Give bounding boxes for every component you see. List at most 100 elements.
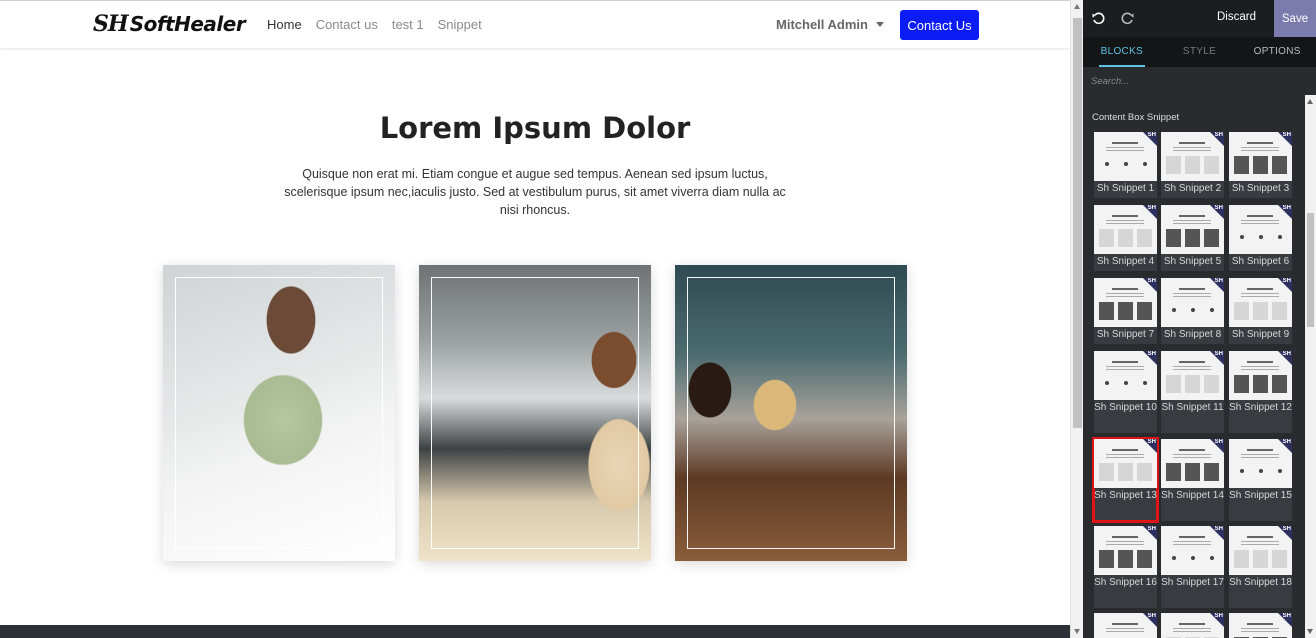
card-frame: [175, 277, 383, 549]
snippet-block[interactable]: SH Sh Snippet 16: [1094, 526, 1157, 608]
editor-panel: Discard Save BLOCKS STYLE OPTIONS Conten…: [1083, 0, 1316, 638]
snippet-block[interactable]: SH: [1229, 613, 1292, 638]
section-title: Content Box Snippet: [1092, 112, 1180, 123]
user-menu[interactable]: Mitchell Admin: [776, 17, 884, 32]
undo-icon[interactable]: [1091, 11, 1105, 25]
scroll-down-icon[interactable]: [1307, 629, 1313, 634]
scroll-up-icon[interactable]: [1074, 4, 1080, 9]
sh-badge: SH: [1282, 278, 1291, 284]
snippet-label: Sh Snippet 16: [1094, 577, 1157, 588]
snippet-block[interactable]: SH Sh Snippet 2: [1161, 132, 1224, 198]
sh-badge: SH: [1147, 278, 1156, 284]
image-card-3[interactable]: [675, 265, 907, 561]
snippet-block[interactable]: SH Sh Snippet 18: [1229, 526, 1292, 608]
contact-us-button[interactable]: Contact Us: [900, 10, 979, 40]
save-button[interactable]: Save: [1274, 0, 1316, 37]
user-name: Mitchell Admin: [776, 17, 868, 32]
sh-badge: SH: [1282, 439, 1291, 445]
snippet-label: Sh Snippet 13: [1094, 490, 1157, 501]
image-card-2[interactable]: [419, 265, 651, 561]
page: SH SoftHealer Home Contact us test 1 Sni…: [0, 0, 1316, 638]
redo-icon[interactable]: [1121, 11, 1135, 25]
logo-mark: SH: [93, 11, 129, 37]
scrollbar-thumb[interactable]: [1073, 18, 1082, 428]
scroll-down-icon[interactable]: [1074, 629, 1080, 634]
sh-badge: SH: [1147, 439, 1156, 445]
sh-badge: SH: [1214, 278, 1223, 284]
nav-links: Home Contact us test 1 Snippet: [267, 17, 496, 32]
nav-test-1[interactable]: test 1: [392, 17, 424, 32]
snippet-block[interactable]: SH Sh Snippet 17: [1161, 526, 1224, 608]
sh-badge: SH: [1282, 205, 1291, 211]
snippet-label: Sh Snippet 11: [1161, 402, 1224, 413]
discard-button[interactable]: Discard: [1217, 11, 1256, 23]
panel-scrollbar[interactable]: [1305, 95, 1316, 638]
search-input[interactable]: [1091, 73, 1301, 89]
snippet-thumbnail: SH: [1094, 351, 1157, 400]
nav-contact-us[interactable]: Contact us: [316, 17, 378, 32]
main-scrollbar[interactable]: [1070, 0, 1083, 638]
tab-options[interactable]: OPTIONS: [1238, 37, 1316, 67]
snippet-label: Sh Snippet 15: [1229, 490, 1292, 501]
sh-badge: SH: [1147, 351, 1156, 357]
snippet-block[interactable]: SH Sh Snippet 1: [1094, 132, 1157, 198]
snippet-block[interactable]: SH Sh Snippet 5: [1161, 205, 1224, 271]
snippet-thumbnail: SH: [1229, 205, 1292, 254]
sh-badge: SH: [1147, 132, 1156, 138]
snippet-block[interactable]: SH: [1094, 613, 1157, 638]
snippet-block[interactable]: SH Sh Snippet 6: [1229, 205, 1292, 271]
image-card-1[interactable]: [163, 265, 395, 561]
sh-badge: SH: [1214, 439, 1223, 445]
snippet-block[interactable]: SH Sh Snippet 13: [1092, 437, 1159, 523]
editor-tabs: BLOCKS STYLE OPTIONS: [1083, 37, 1316, 67]
blocks-list: Content Box Snippet SH Sh Snippet 1 SH Sh S…: [1083, 95, 1316, 638]
website-preview: SH SoftHealer Home Contact us test 1 Sni…: [0, 0, 1070, 638]
snippet-thumbnail: SH: [1229, 526, 1292, 575]
nav-home[interactable]: Home: [267, 17, 302, 32]
snippet-thumbnail: SH: [1161, 439, 1224, 488]
scrollbar-thumb[interactable]: [1307, 213, 1314, 327]
tab-style[interactable]: STYLE: [1161, 37, 1239, 67]
card-frame: [687, 277, 895, 549]
snippet-block[interactable]: SH Sh Snippet 7: [1094, 278, 1157, 344]
snippet-thumbnail: SH: [1229, 351, 1292, 400]
snippet-thumbnail: SH: [1229, 613, 1292, 638]
snippet-block[interactable]: SH Sh Snippet 14: [1161, 439, 1224, 521]
sh-badge: SH: [1214, 526, 1223, 532]
scroll-up-icon[interactable]: [1307, 99, 1313, 104]
snippet-label: Sh Snippet 9: [1231, 329, 1290, 340]
snippet-block[interactable]: SH Sh Snippet 4: [1094, 205, 1157, 271]
snippet-block[interactable]: SH Sh Snippet 15: [1229, 439, 1292, 521]
footer-bar: [0, 625, 1070, 638]
snippet-thumbnail: SH: [1094, 526, 1157, 575]
sh-badge: SH: [1147, 205, 1156, 211]
editor-toolbar: Discard Save: [1083, 0, 1316, 37]
sh-badge: SH: [1214, 205, 1223, 211]
snippet-thumbnail: SH: [1094, 205, 1157, 254]
snippet-block[interactable]: SH Sh Snippet 12: [1229, 351, 1292, 433]
snippet-block[interactable]: SH Sh Snippet 11: [1161, 351, 1224, 433]
snippet-block[interactable]: SH Sh Snippet 10: [1094, 351, 1157, 433]
snippet-label: Sh Snippet 7: [1096, 329, 1155, 340]
snippet-block[interactable]: SH: [1161, 613, 1224, 638]
nav-snippet[interactable]: Snippet: [438, 17, 482, 32]
snippet-label: Sh Snippet 8: [1163, 329, 1222, 340]
snippet-thumbnail: SH: [1161, 132, 1224, 181]
snippet-block[interactable]: SH Sh Snippet 8: [1161, 278, 1224, 344]
snippet-thumbnail: SH: [1094, 439, 1157, 488]
snippet-thumbnail: SH: [1161, 526, 1224, 575]
card-frame: [431, 277, 639, 549]
snippet-block[interactable]: SH Sh Snippet 9: [1229, 278, 1292, 344]
tab-blocks[interactable]: BLOCKS: [1083, 37, 1161, 67]
site-logo[interactable]: SH SoftHealer: [93, 11, 246, 37]
search-row: [1083, 67, 1316, 95]
snippet-thumbnail: SH: [1094, 278, 1157, 327]
snippet-thumbnail: SH: [1161, 205, 1224, 254]
sh-badge: SH: [1214, 132, 1223, 138]
snippet-thumbnail: SH: [1229, 278, 1292, 327]
logo-text: SoftHealer: [129, 12, 246, 36]
snippet-label: Sh Snippet 12: [1229, 402, 1292, 413]
snippet-label: Sh Snippet 1: [1096, 183, 1155, 194]
snippet-label: Sh Snippet 17: [1161, 577, 1224, 588]
snippet-block[interactable]: SH Sh Snippet 3: [1229, 132, 1292, 198]
